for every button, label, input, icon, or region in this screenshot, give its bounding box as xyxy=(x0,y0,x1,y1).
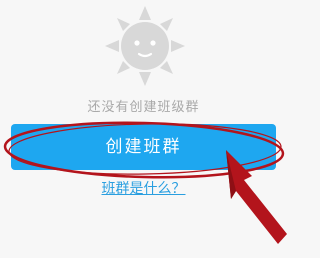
what-is-class-group-link[interactable]: 班群是什么？ xyxy=(0,178,287,198)
empty-class-sun-face-icon xyxy=(105,6,185,86)
create-class-group-screen: 还没有创建班级群 创建班群 班群是什么？ xyxy=(0,0,287,258)
empty-state-message: 还没有创建班级群 xyxy=(87,100,200,115)
create-class-group-button[interactable]: 创建班群 xyxy=(11,124,276,170)
